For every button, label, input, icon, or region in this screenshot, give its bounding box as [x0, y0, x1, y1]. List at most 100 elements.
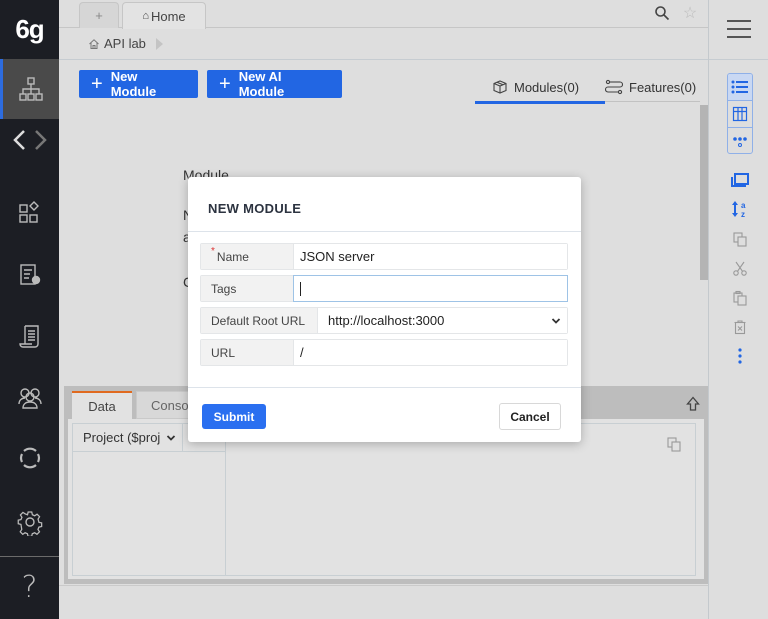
scissors-icon	[733, 261, 747, 276]
required-asterisk: *	[211, 246, 215, 257]
dialog-title: NEW MODULE	[208, 201, 302, 216]
left-sidebar: 6g ?	[0, 0, 59, 619]
sidebar-item-help[interactable]: ?	[0, 557, 59, 617]
copy-button[interactable]	[727, 228, 753, 250]
tab-features[interactable]: Features(0)	[605, 72, 696, 102]
tree-dots-icon	[733, 136, 747, 147]
text-cursor	[300, 281, 301, 296]
app-logo[interactable]: 6g	[0, 0, 59, 59]
sort-az-button[interactable]: az	[727, 198, 753, 220]
breadcrumb-root[interactable]: API lab	[104, 36, 146, 51]
search-icon	[655, 6, 670, 21]
default-root-url-select[interactable]: http://localhost:3000	[318, 308, 567, 333]
sort-az-icon: az	[732, 201, 746, 219]
sidebar-item-scroll-doc[interactable]	[0, 306, 59, 366]
tags-field-label: Tags	[201, 276, 294, 301]
menu-icon[interactable]	[727, 20, 751, 40]
sidebar-item-team[interactable]	[0, 368, 59, 428]
breadcrumb-arrow-icon	[155, 37, 163, 50]
paste-icon	[733, 290, 747, 306]
cut-button[interactable]	[727, 257, 753, 279]
url-input[interactable]: /	[294, 340, 567, 365]
tab-home[interactable]: ⌂ Home	[122, 2, 206, 29]
right-panel: az	[708, 0, 768, 619]
window-stack-icon	[731, 173, 749, 187]
view-tabs: Modules(0) Features(0)	[474, 72, 700, 104]
default-root-url-value: http://localhost:3000	[328, 313, 445, 328]
sidebar-item-settings[interactable]	[0, 492, 59, 552]
project-select[interactable]: Project ($proj	[73, 424, 183, 452]
tab-console[interactable]: Conso	[136, 391, 196, 419]
svg-text:z: z	[741, 210, 745, 219]
view-mode-group	[727, 73, 753, 154]
url-field-row: URL /	[200, 339, 568, 366]
window-button[interactable]	[727, 169, 753, 191]
sidebar-item-code-nav[interactable]	[0, 110, 59, 170]
right-panel-divider	[709, 59, 768, 60]
collapse-panel-button[interactable]	[686, 396, 700, 417]
favorite-star-icon[interactable]: ☆	[681, 4, 699, 22]
dialog-header-divider	[188, 231, 581, 232]
box-icon	[493, 80, 507, 94]
search-button[interactable]	[653, 4, 671, 22]
new-ai-module-button[interactable]: + New AI Module	[207, 69, 342, 99]
data-tree-pane: Project ($proj	[72, 423, 226, 576]
cancel-button[interactable]: Cancel	[499, 403, 561, 430]
new-module-dialog: NEW MODULE * Name JSON server Tags Defau…	[188, 177, 581, 442]
flow-icon	[605, 79, 623, 95]
breadcrumb: API lab	[88, 36, 163, 51]
chevron-down-icon	[167, 434, 176, 441]
tab-bar: + ⌂ Home ☆	[59, 0, 708, 29]
widgets-icon	[18, 201, 39, 223]
home-outline-icon	[89, 38, 99, 49]
new-module-label: New Module	[110, 69, 157, 99]
plus-icon: +	[219, 73, 231, 95]
sidebar-item-sync[interactable]	[0, 428, 59, 488]
test-report-icon	[19, 264, 40, 285]
name-input[interactable]: JSON server	[294, 244, 567, 269]
svg-text:a: a	[741, 201, 746, 210]
sidebar-item-widgets[interactable]	[0, 183, 59, 243]
help-icon: ?	[21, 569, 38, 605]
copy-data-button[interactable]	[666, 436, 682, 457]
new-module-button[interactable]: + New Module	[79, 69, 198, 99]
tab-data[interactable]: Data	[72, 391, 132, 419]
sitemap-icon	[19, 77, 43, 101]
default-root-url-row: Default Root URL http://localhost:3000	[200, 307, 568, 334]
delete-button[interactable]	[727, 316, 753, 338]
trash-icon	[734, 320, 746, 335]
sidebar-item-test-report[interactable]	[0, 245, 59, 305]
tags-input[interactable]	[293, 275, 568, 302]
grid-view-button[interactable]	[728, 101, 752, 128]
arrow-up-outline-icon	[686, 396, 700, 411]
header-divider	[59, 59, 708, 60]
main-scrollbar[interactable]	[700, 105, 708, 280]
tree-view-button[interactable]	[728, 128, 752, 153]
status-strip	[59, 585, 708, 619]
tab-modules[interactable]: Modules(0)	[474, 72, 606, 104]
paste-button[interactable]	[727, 287, 753, 309]
new-ai-module-label: New AI Module	[238, 69, 285, 99]
data-panel-body: Project ($proj	[68, 419, 704, 579]
name-field-row: * Name JSON server	[200, 243, 568, 270]
copy-icon	[667, 437, 681, 452]
sync-icon	[19, 447, 40, 469]
scroll-document-icon	[18, 325, 39, 348]
list-view-button[interactable]	[728, 74, 752, 101]
name-label-text: Name	[216, 249, 249, 264]
gear-icon	[17, 511, 42, 536]
more-vertical-icon	[738, 348, 742, 364]
plus-icon: +	[91, 73, 103, 95]
tab-home-label: Home	[150, 8, 186, 24]
name-field-label: * Name	[201, 244, 294, 269]
more-options-button[interactable]	[727, 345, 753, 367]
project-select-value: Project ($proj	[83, 430, 161, 445]
copy-icon	[733, 232, 747, 247]
submit-button[interactable]: Submit	[202, 404, 266, 429]
chevron-down-icon	[551, 317, 561, 324]
list-icon	[731, 80, 748, 94]
new-tab-button[interactable]: +	[79, 2, 119, 28]
default-root-url-label: Default Root URL	[201, 308, 318, 333]
tags-field-row: Tags	[200, 275, 568, 302]
team-icon	[17, 388, 42, 409]
